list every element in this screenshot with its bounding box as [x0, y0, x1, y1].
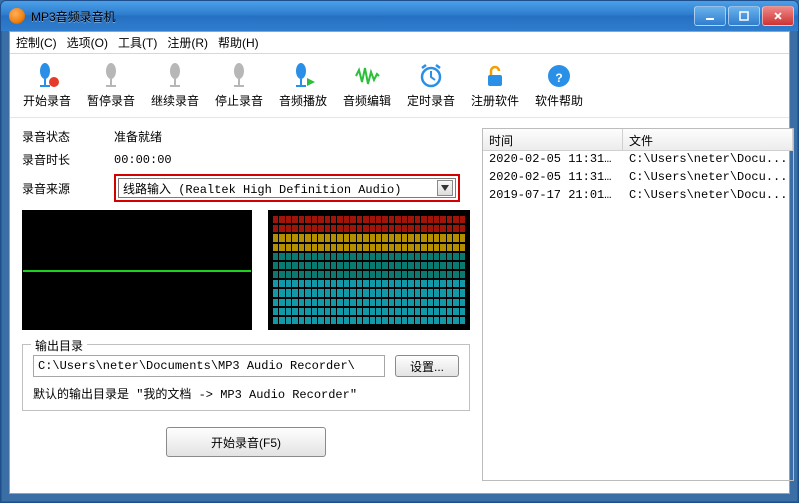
- list-row[interactable]: 2019-07-17 21:01:46C:\Users\neter\Docu..…: [483, 187, 793, 205]
- list-body: 2020-02-05 11:31:35C:\Users\neter\Docu..…: [483, 151, 793, 480]
- app-window: MP3音频录音机 控制(C) 选项(O) 工具(T) 注册(R) 帮助(H) 开…: [0, 0, 799, 503]
- stop-record-label: 停止录音: [215, 92, 263, 109]
- visualizers: [22, 210, 470, 330]
- source-select[interactable]: 线路输入 (Realtek High Definition Audio): [118, 178, 456, 198]
- resume-record-button[interactable]: 继续录音: [144, 58, 206, 114]
- edit-audio-label: 音频编辑: [343, 92, 391, 109]
- duration-value: 00:00:00: [114, 153, 172, 167]
- source-label: 录音来源: [22, 180, 114, 197]
- list-cell-file: C:\Users\neter\Docu...: [623, 187, 793, 205]
- output-fieldset: 输出目录 设置... 默认的输出目录是 "我的文档 -> MP3 Audio R…: [22, 344, 470, 411]
- output-hint: 默认的输出目录是 "我的文档 -> MP3 Audio Recorder": [33, 385, 459, 402]
- mic-play-icon: [289, 62, 317, 90]
- menu-tools[interactable]: 工具(T): [118, 34, 157, 51]
- maximize-button[interactable]: [728, 6, 760, 26]
- register-software-label: 注册软件: [471, 92, 519, 109]
- spectrum-display: [268, 210, 470, 330]
- menu-register[interactable]: 注册(R): [167, 34, 208, 51]
- start-record-button[interactable]: 开始录音: [16, 58, 78, 114]
- alarm-clock-icon: [417, 62, 445, 90]
- source-value: 线路输入 (Realtek High Definition Audio): [123, 180, 401, 197]
- list-cell-file: C:\Users\neter\Docu...: [623, 151, 793, 169]
- list-cell-time: 2019-07-17 21:01:46: [483, 187, 623, 205]
- svg-text:?: ?: [555, 71, 562, 85]
- register-software-button[interactable]: 注册软件: [464, 58, 526, 114]
- client-area: 控制(C) 选项(O) 工具(T) 注册(R) 帮助(H) 开始录音 暂停录音 …: [9, 31, 790, 494]
- waveform-display: [22, 210, 252, 330]
- mic-pause-icon: [97, 62, 125, 90]
- list-cell-time: 2020-02-05 11:31:31: [483, 169, 623, 187]
- list-header: 时间 文件: [483, 129, 793, 151]
- pause-record-label: 暂停录音: [87, 92, 135, 109]
- left-pane: 录音状态 准备就绪 录音时长 00:00:00 录音来源 线路输入 (Realt…: [22, 128, 470, 481]
- main-start-record-button[interactable]: 开始录音(F5): [166, 427, 326, 457]
- menu-options[interactable]: 选项(O): [67, 34, 108, 51]
- source-highlight: 线路输入 (Realtek High Definition Audio): [114, 174, 460, 202]
- output-path-input[interactable]: [33, 355, 385, 377]
- software-help-button[interactable]: ? 软件帮助: [528, 58, 590, 114]
- mic-resume-icon: [161, 62, 189, 90]
- schedule-record-button[interactable]: 定时录音: [400, 58, 462, 114]
- play-audio-label: 音频播放: [279, 92, 327, 109]
- unlock-icon: [481, 62, 509, 90]
- list-cell-time: 2020-02-05 11:31:35: [483, 151, 623, 169]
- state-label: 录音状态: [22, 128, 114, 145]
- mic-record-icon: [33, 62, 61, 90]
- play-audio-button[interactable]: 音频播放: [272, 58, 334, 114]
- duration-label: 录音时长: [22, 151, 114, 168]
- dropdown-arrow-icon: [437, 180, 453, 196]
- app-icon: [9, 8, 25, 24]
- list-row[interactable]: 2020-02-05 11:31:35C:\Users\neter\Docu..…: [483, 151, 793, 169]
- close-button[interactable]: [762, 6, 794, 26]
- toolbar: 开始录音 暂停录音 继续录音 停止录音 音频播放 音频编辑: [10, 54, 789, 118]
- col-time-header[interactable]: 时间: [483, 129, 623, 150]
- settings-button[interactable]: 设置...: [395, 355, 459, 377]
- menu-help[interactable]: 帮助(H): [218, 34, 259, 51]
- titlebar[interactable]: MP3音频录音机: [1, 1, 798, 31]
- window-title: MP3音频录音机: [31, 8, 116, 25]
- pause-record-button[interactable]: 暂停录音: [80, 58, 142, 114]
- waveform-icon: [353, 62, 381, 90]
- software-help-label: 软件帮助: [535, 92, 583, 109]
- mic-stop-icon: [225, 62, 253, 90]
- list-cell-file: C:\Users\neter\Docu...: [623, 169, 793, 187]
- schedule-record-label: 定时录音: [407, 92, 455, 109]
- help-icon: ?: [545, 62, 573, 90]
- stop-record-button[interactable]: 停止录音: [208, 58, 270, 114]
- menu-control[interactable]: 控制(C): [16, 34, 57, 51]
- output-legend: 输出目录: [31, 337, 87, 354]
- list-row[interactable]: 2020-02-05 11:31:31C:\Users\neter\Docu..…: [483, 169, 793, 187]
- menubar: 控制(C) 选项(O) 工具(T) 注册(R) 帮助(H): [10, 32, 789, 54]
- minimize-button[interactable]: [694, 6, 726, 26]
- start-record-label: 开始录音: [23, 92, 71, 109]
- resume-record-label: 继续录音: [151, 92, 199, 109]
- content-area: 录音状态 准备就绪 录音时长 00:00:00 录音来源 线路输入 (Realt…: [10, 118, 789, 493]
- recordings-list: 时间 文件 2020-02-05 11:31:35C:\Users\neter\…: [482, 128, 794, 481]
- edit-audio-button[interactable]: 音频编辑: [336, 58, 398, 114]
- col-file-header[interactable]: 文件: [623, 129, 793, 150]
- state-value: 准备就绪: [114, 128, 162, 145]
